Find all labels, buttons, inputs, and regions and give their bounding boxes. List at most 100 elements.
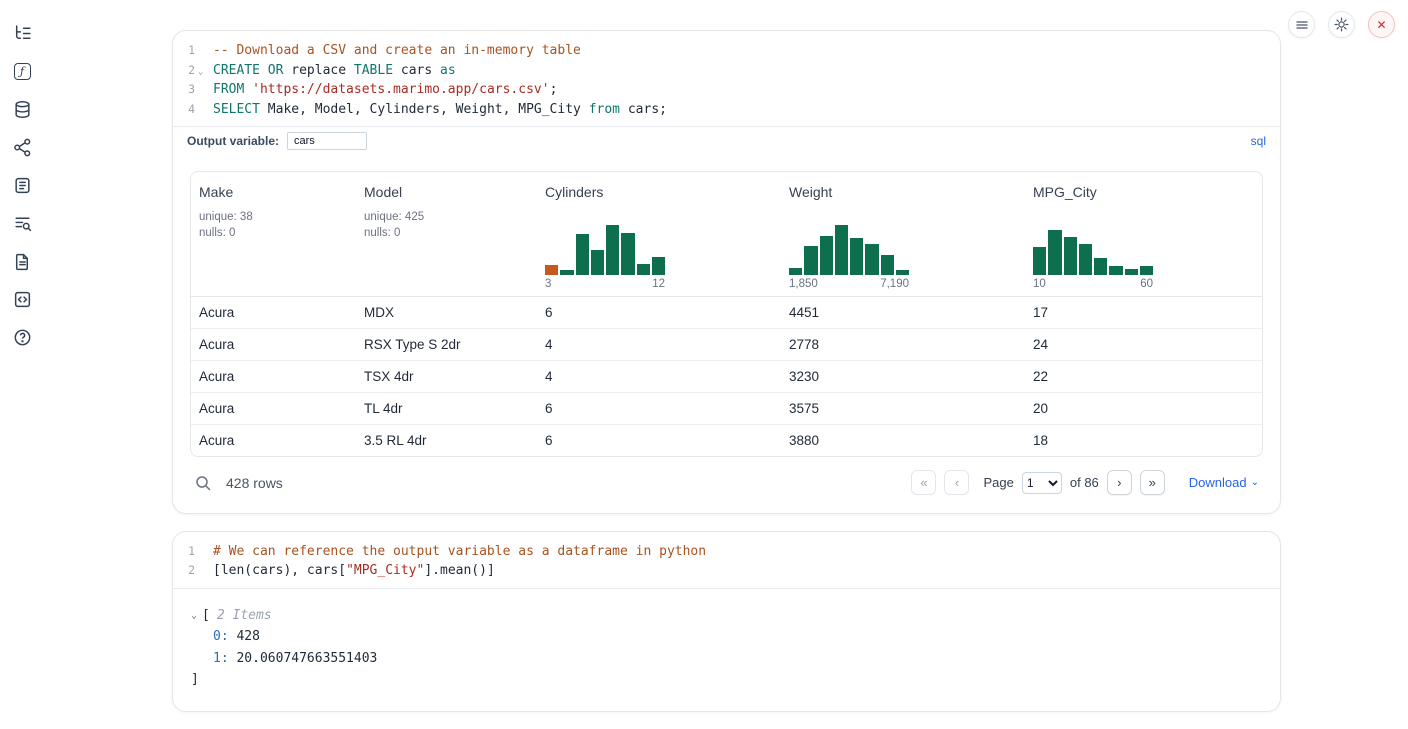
cell-value: 22: [1033, 369, 1048, 384]
line-number: 1: [188, 43, 195, 57]
cell-value: Acura: [199, 369, 234, 384]
output-variable-label: Output variable:: [187, 134, 279, 148]
column-header-model[interactable]: Model unique: 425 nulls: 0: [356, 172, 537, 296]
histogram-bar: [621, 233, 634, 275]
notebook: 1 -- Download a CSV and create an in-mem…: [172, 30, 1281, 712]
histogram-bar: [1140, 266, 1153, 274]
code-editor[interactable]: 1 -- Download a CSV and create an in-mem…: [173, 31, 1280, 126]
histogram-bar: [606, 225, 619, 274]
cell-value: 4: [545, 369, 553, 384]
column-label: Weight: [789, 184, 1017, 200]
hist-min-label: 3: [545, 278, 551, 290]
last-page-icon: »: [1149, 475, 1156, 490]
column-header-weight[interactable]: Weight 1,8507,190: [781, 172, 1025, 296]
row-count: 428 rows: [226, 475, 283, 491]
list-item: 0: 428: [191, 626, 1260, 648]
list-item: 1: 20.060747663551403: [191, 648, 1260, 670]
code-editor[interactable]: 1 # We can reference the output variable…: [173, 532, 1280, 588]
cell-value: 20: [1033, 401, 1048, 416]
first-page-icon: «: [920, 475, 927, 490]
cell-value: Acura: [199, 433, 234, 448]
help-icon[interactable]: [11, 326, 33, 348]
histogram-bar: [1125, 269, 1138, 274]
line-number: 1: [188, 544, 195, 558]
cell-value: TL 4dr: [364, 401, 403, 416]
language-badge[interactable]: sql: [1251, 134, 1266, 148]
histogram-bar: [560, 270, 573, 274]
line-number: 2: [188, 63, 195, 77]
column-header-make[interactable]: Make unique: 38 nulls: 0: [191, 172, 356, 296]
item-index: 1:: [213, 651, 229, 666]
settings-button[interactable]: [1328, 11, 1355, 38]
fold-chevron-icon[interactable]: ⌄: [198, 63, 203, 83]
line-number: 3: [188, 82, 195, 96]
item-index: 0:: [213, 629, 229, 644]
cell-value: 6: [545, 305, 553, 320]
documentation-icon[interactable]: [11, 250, 33, 272]
page-select[interactable]: 1: [1022, 472, 1062, 494]
histogram-bar: [591, 250, 604, 275]
cell-value: 3230: [789, 369, 819, 384]
variables-icon[interactable]: ƒ: [11, 60, 33, 82]
cell-value: 17: [1033, 305, 1048, 320]
sql-cell-output: Make unique: 38 nulls: 0 Model: [173, 157, 1280, 513]
cell-value: 3575: [789, 401, 819, 416]
code-token: # We can reference the output variable a…: [213, 544, 706, 559]
column-stats: unique: 38 nulls: 0: [199, 209, 348, 241]
histogram-bar: [820, 236, 833, 275]
cell-value: 4: [545, 337, 553, 352]
histogram-bar: [1033, 247, 1046, 274]
download-button[interactable]: Download⌄: [1189, 475, 1259, 490]
table-row: Acura TSX 4dr 4 3230 22: [191, 360, 1262, 392]
code-line: 2 [len(cars), cars["MPG_City"].mean()]: [173, 561, 1264, 581]
close-button[interactable]: ✕: [1368, 11, 1395, 38]
file-explorer-icon[interactable]: [11, 22, 33, 44]
cell-value: 3.5 RL 4dr: [364, 433, 427, 448]
prev-page-icon: ‹: [955, 475, 959, 490]
histogram-bar: [1048, 230, 1061, 274]
mpg-city-histogram[interactable]: 1060: [1033, 223, 1153, 290]
chevron-down-icon: ⌄: [1251, 477, 1259, 488]
code-line: 1 -- Download a CSV and create an in-mem…: [173, 41, 1264, 61]
column-label: Make: [199, 184, 348, 200]
notebook-actions: ✕: [1288, 11, 1395, 38]
item-value: 428: [236, 629, 259, 644]
column-header-mpg-city[interactable]: MPG_City 1060: [1025, 172, 1262, 296]
histogram-bar: [652, 257, 665, 274]
histogram-bar: [896, 270, 909, 274]
histogram-bar: [865, 244, 878, 274]
cell-value: MDX: [364, 305, 394, 320]
line-number: 2: [188, 563, 195, 577]
helper-panel-sidebar: ƒ: [0, 0, 44, 348]
collapse-chevron-icon[interactable]: ⌄: [191, 605, 197, 627]
cell-value: 6: [545, 433, 553, 448]
weight-histogram[interactable]: 1,8507,190: [789, 223, 909, 290]
scratchpad-icon[interactable]: [11, 174, 33, 196]
cylinders-histogram[interactable]: 312: [545, 223, 665, 290]
next-page-button[interactable]: ›: [1107, 470, 1132, 495]
table-row: Acura 3.5 RL 4dr 6 3880 18: [191, 424, 1262, 456]
close-icon: ✕: [1376, 18, 1386, 32]
table-footer: 428 rows « ‹ Page 1 of 86 › » Download⌄: [190, 467, 1263, 499]
output-variable-input[interactable]: [287, 132, 367, 150]
logs-icon[interactable]: [11, 212, 33, 234]
column-header-cylinders[interactable]: Cylinders 312: [537, 172, 781, 296]
menu-button[interactable]: [1288, 11, 1315, 38]
cell-value: Acura: [199, 337, 234, 352]
table-row: Acura TL 4dr 6 3575 20: [191, 392, 1262, 424]
snippets-icon[interactable]: [11, 288, 33, 310]
histogram-bar: [637, 264, 650, 274]
hist-max-label: 60: [1140, 278, 1153, 290]
last-page-button[interactable]: »: [1140, 470, 1165, 495]
cell-value: 24: [1033, 337, 1048, 352]
data-sources-icon[interactable]: [11, 98, 33, 120]
histogram-bar: [789, 268, 802, 274]
search-button[interactable]: [194, 474, 212, 492]
code-line: 2⌄ CREATE OR replace TABLE cars as: [173, 61, 1264, 81]
cell-value: 6: [545, 401, 553, 416]
first-page-button[interactable]: «: [911, 470, 936, 495]
page-label: Page: [983, 475, 1013, 490]
page-total-label: of 86: [1070, 475, 1099, 490]
dependency-graph-icon[interactable]: [11, 136, 33, 158]
prev-page-button[interactable]: ‹: [944, 470, 969, 495]
